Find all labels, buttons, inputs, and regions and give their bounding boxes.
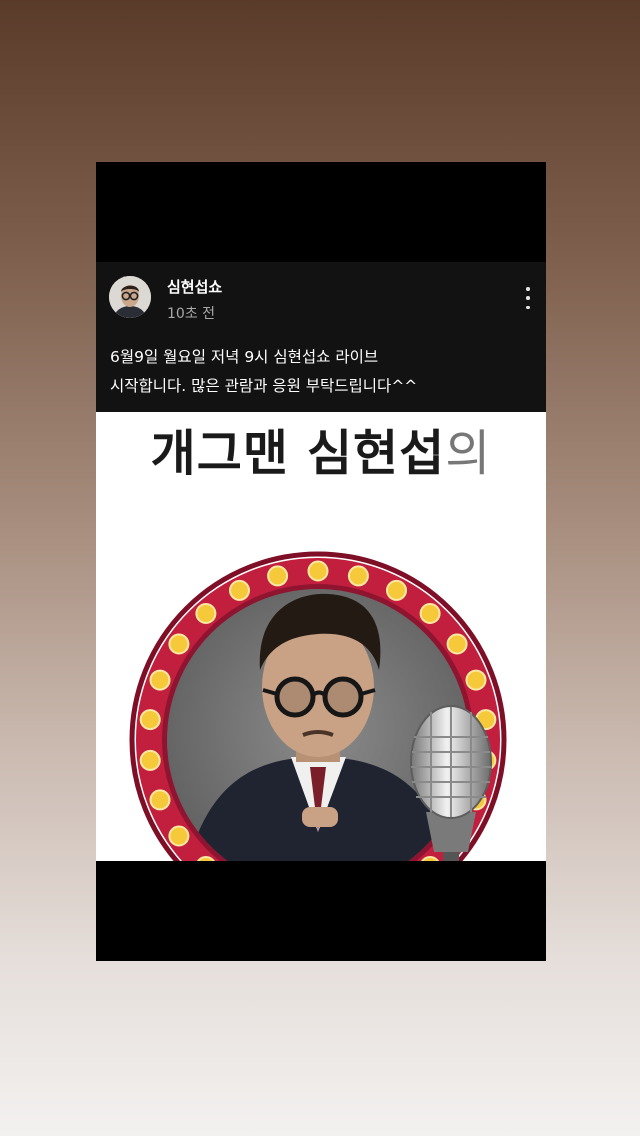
marquee-bulb	[307, 560, 329, 582]
marquee-bulb	[168, 633, 190, 655]
marquee-bulb	[446, 633, 468, 655]
poster-title: 개그맨 심현섭의	[96, 414, 546, 485]
post-timestamp: 10초 전	[167, 306, 216, 322]
more-options-icon[interactable]	[518, 287, 538, 309]
marquee-bulb	[267, 565, 289, 587]
marquee-bulb	[139, 709, 161, 731]
marquee-bulb	[465, 669, 487, 691]
marquee-bulb	[195, 603, 217, 624]
avatar-portrait	[109, 276, 151, 318]
story-card: 심현섭쇼 10초 전 6월9일 월요일 저녁 9시 심현섭쇼 라이브 시작합니다…	[96, 162, 546, 961]
post-caption: 6월9일 월요일 저녁 9시 심현섭쇼 라이브 시작합니다. 많은 관람과 응원…	[110, 343, 535, 401]
poster-image[interactable]: 개그맨 심현섭의	[96, 412, 546, 861]
marquee-bulb	[347, 565, 369, 587]
marquee-bulb	[168, 825, 190, 847]
avatar[interactable]	[109, 276, 151, 318]
poster-title-suffix: 의	[445, 425, 492, 482]
poster-title-main: 개그맨 심현섭	[150, 425, 446, 482]
marquee-bulb	[386, 579, 407, 601]
marquee-bulb	[149, 669, 171, 691]
caption-line: 6월9일 월요일 저녁 9시 심현섭쇼 라이브	[110, 348, 379, 366]
marquee-bulb	[149, 789, 171, 811]
marquee-bulb	[419, 603, 441, 624]
caption-line: 시작합니다. 많은 관람과 응원 부탁드립니다^^	[110, 377, 418, 395]
marquee-bulb	[139, 749, 161, 771]
author-name[interactable]: 심현섭쇼	[167, 276, 222, 297]
marquee-bulb	[229, 579, 250, 601]
